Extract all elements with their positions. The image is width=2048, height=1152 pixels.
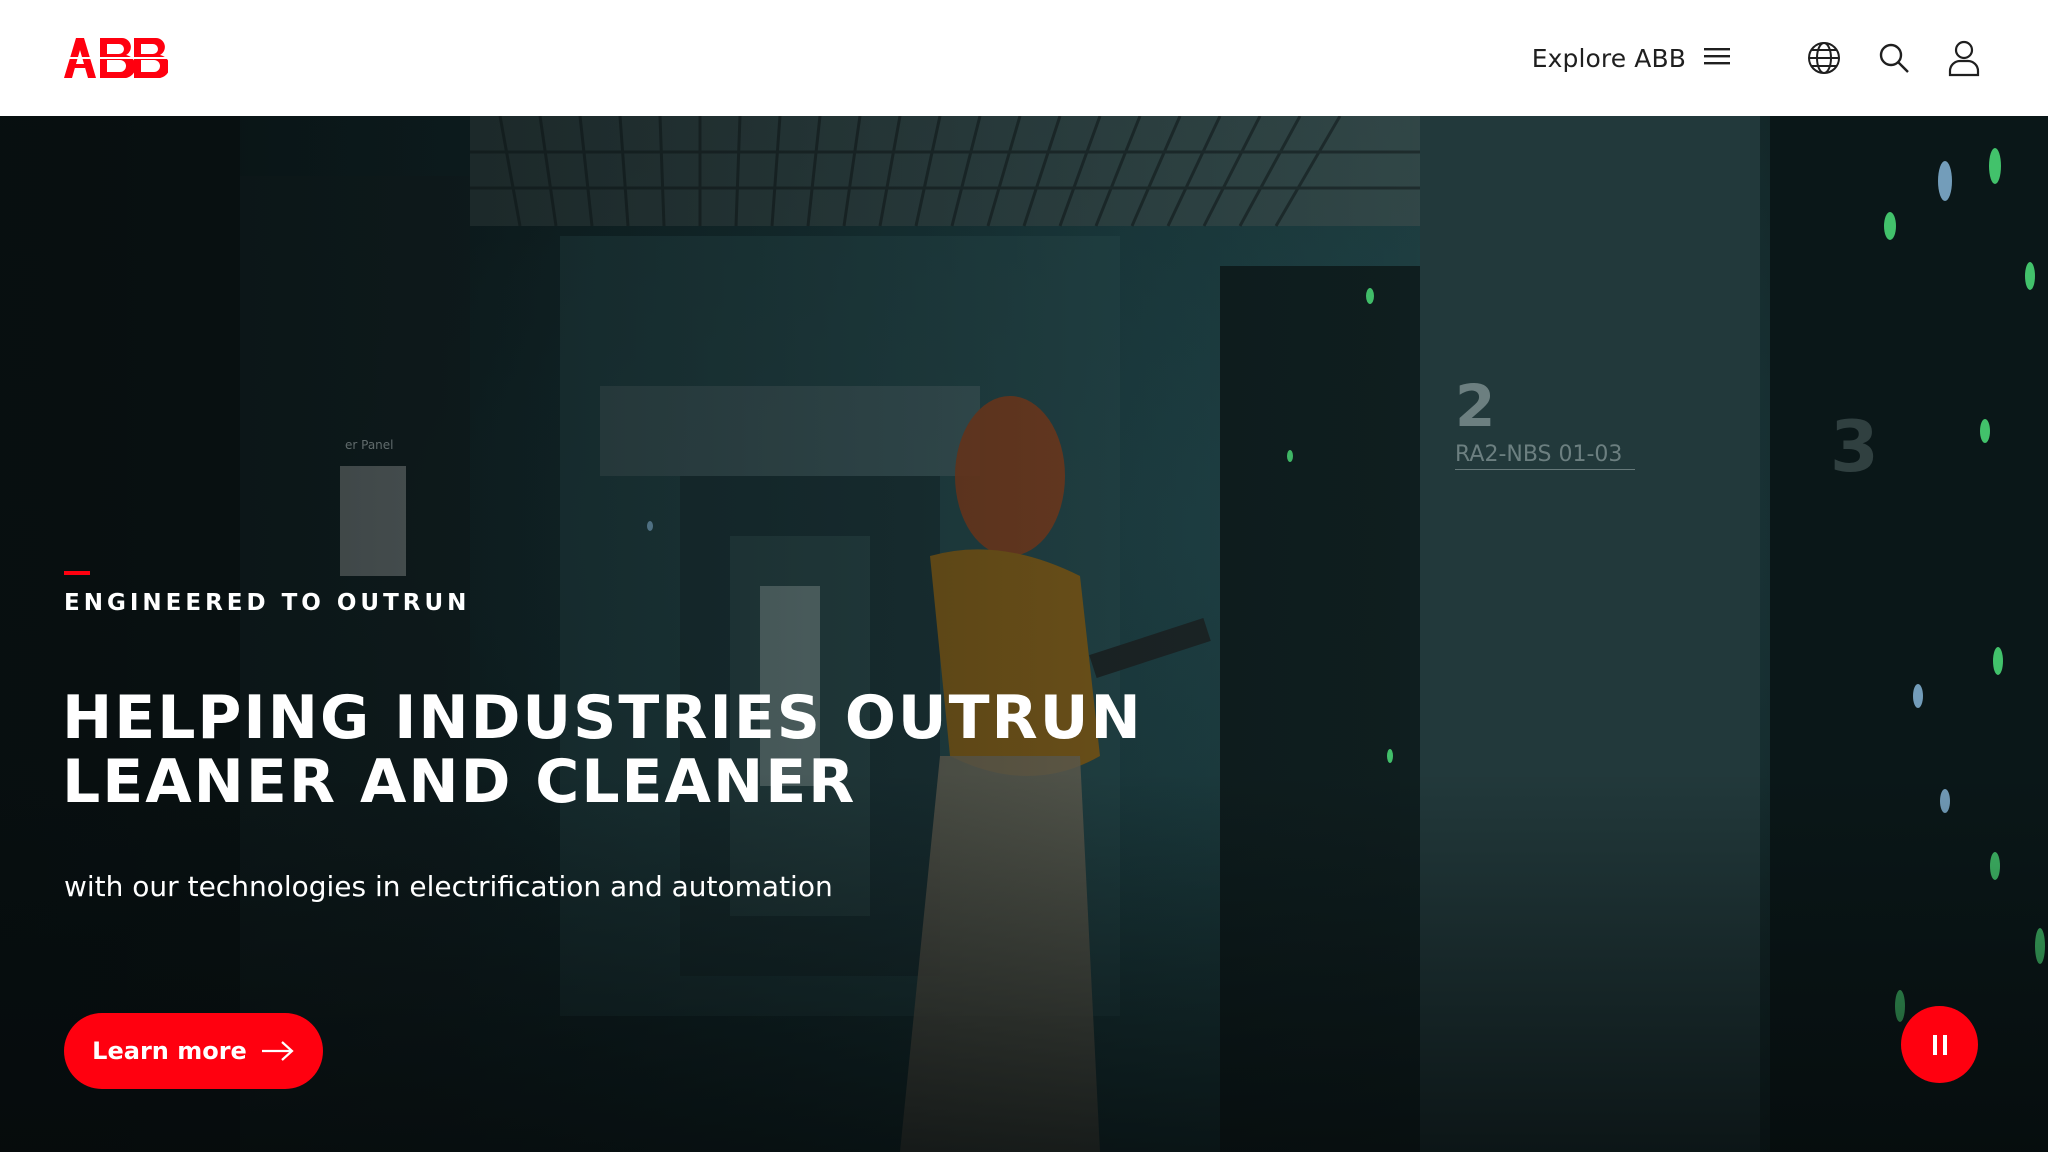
background-label-group: 2 RA2-NBS 01-03 (1455, 376, 1635, 470)
hero-background-image (0, 116, 2048, 1152)
menu-icon (1704, 46, 1730, 70)
abb-logo-mark (64, 38, 168, 78)
panel-label: er Panel (345, 438, 394, 452)
rack-number: 2 (1455, 372, 1496, 440)
eyebrow-accent (64, 571, 90, 575)
learn-more-label: Learn more (92, 1037, 247, 1065)
hero-subheading: with our technologies in electrification… (64, 870, 833, 903)
pause-video-button[interactable] (1901, 1006, 1978, 1083)
hero-headline: HELPING INDUSTRIES OUTRUN LEANER AND CLE… (62, 686, 1462, 814)
site-header: Explore ABB (0, 0, 2048, 116)
user-icon (1948, 40, 1980, 77)
search-icon (1879, 43, 1909, 73)
search-button[interactable] (1874, 38, 1914, 78)
language-button[interactable] (1804, 38, 1844, 78)
explore-abb-button[interactable]: Explore ABB (1532, 44, 1730, 73)
header-nav: Explore ABB (1532, 0, 1984, 116)
explore-abb-label: Explore ABB (1531, 43, 1686, 73)
side-rack-number: 3 (1830, 406, 1879, 488)
learn-more-button[interactable]: Learn more (64, 1013, 323, 1089)
user-account-button[interactable] (1944, 38, 1984, 78)
globe-icon (1808, 42, 1840, 74)
hero-headline-line-1: HELPING INDUSTRIES OUTRUN (62, 683, 1143, 753)
pause-icon (1930, 1034, 1950, 1055)
hero-headline-line-2: LEANER AND CLEANER (62, 747, 857, 817)
hero-eyebrow: ENGINEERED TO OUTRUN (64, 590, 471, 616)
arrow-right-icon (261, 1041, 294, 1061)
hero-banner: 2 RA2-NBS 01-03 3 er Panel ENGINEERED TO… (0, 116, 2048, 1152)
rack-label: RA2-NBS 01-03 (1455, 442, 1635, 470)
abb-logo[interactable] (64, 38, 168, 78)
